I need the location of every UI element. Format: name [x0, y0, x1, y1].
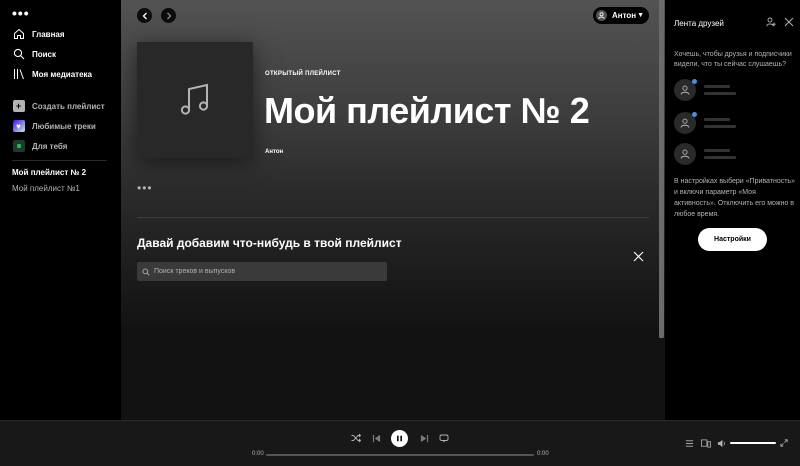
friend-placeholder: [674, 79, 794, 103]
user-icon: [596, 10, 607, 21]
main-scrollbar[interactable]: [657, 0, 665, 420]
close-add-section-button[interactable]: [631, 249, 645, 263]
volume-button[interactable]: [716, 437, 728, 449]
page-title[interactable]: Мой плейлист № 2: [264, 90, 590, 132]
create-playlist-button[interactable]: + Создать плейлист: [12, 98, 105, 114]
sidebar-divider: [12, 160, 107, 161]
queue-icon: [685, 439, 693, 447]
friend-panel-note: В настройках выбери «Приватность» и вклю…: [674, 178, 795, 218]
sidebar-playlist-item[interactable]: Мой плейлист № 2: [12, 168, 86, 177]
nav-library[interactable]: Моя медиатека: [12, 66, 92, 82]
app-menu-icon[interactable]: •••: [12, 6, 30, 20]
avatar: [674, 143, 696, 165]
playlist-cover[interactable]: [137, 42, 253, 158]
forward-button[interactable]: [161, 8, 176, 23]
player-bar: 0:00 0:00: [0, 420, 800, 466]
expand-icon: [780, 439, 788, 447]
skeleton-bar: [704, 85, 730, 88]
sidebar: ••• Главная Поиск Моя медиатека + Создат…: [0, 0, 121, 420]
queue-button[interactable]: [683, 437, 695, 449]
online-indicator: [692, 112, 697, 117]
volume-icon: [717, 439, 725, 447]
user-icon: [680, 118, 690, 128]
fullscreen-button[interactable]: [778, 437, 790, 449]
user-icon: [680, 85, 690, 95]
friend-panel-actions: [766, 17, 794, 27]
devices-icon: [701, 438, 711, 448]
chevron-left-icon: [142, 12, 147, 19]
music-note-icon: [180, 83, 209, 115]
create-playlist-label: Создать плейлист: [32, 101, 105, 111]
shuffle-button[interactable]: [350, 432, 362, 444]
devices-button[interactable]: [700, 437, 712, 449]
friend-activity-panel: Лента друзей Хочешь, чтобы друзья и подп…: [665, 0, 800, 420]
nav-home[interactable]: Главная: [12, 26, 65, 42]
scrollbar-thumb[interactable]: [659, 0, 664, 338]
previous-button[interactable]: [370, 432, 382, 444]
your-episodes-label: Для тебя: [32, 141, 68, 151]
playback-progress-bar[interactable]: [266, 454, 534, 456]
friend-placeholder: [674, 112, 794, 136]
playlist-owner[interactable]: Антон: [265, 149, 283, 155]
time-elapsed: 0:00: [252, 451, 264, 457]
settings-button[interactable]: Настройки: [698, 228, 767, 251]
skeleton-bar: [704, 92, 736, 95]
library-icon: [12, 68, 25, 81]
search-icon: [12, 48, 25, 61]
liked-songs-label: Любимые треки: [32, 121, 96, 131]
more-options-button[interactable]: •••: [137, 181, 153, 195]
main-view: Антон ▼ ОТКРЫТЫЙ ПЛЕЙЛИСТ Мой плейлист №…: [121, 0, 665, 420]
back-button[interactable]: [137, 8, 152, 23]
heart-icon: ♥: [12, 120, 25, 133]
skeleton-bar: [704, 156, 736, 159]
next-button[interactable]: [418, 432, 430, 444]
nav-library-label: Моя медиатека: [32, 69, 92, 79]
search-icon: [142, 268, 150, 276]
close-icon[interactable]: [784, 17, 794, 27]
plus-icon: +: [12, 100, 25, 113]
friend-placeholder: [674, 143, 794, 167]
add-section-heading: Давай добавим что-нибудь в твой плейлист: [137, 236, 402, 250]
liked-songs-button[interactable]: ♥ Любимые треки: [12, 118, 96, 134]
track-search-input[interactable]: [154, 268, 374, 275]
skeleton-bar: [704, 149, 730, 152]
skip-back-icon: [372, 434, 380, 442]
repeat-icon: [439, 434, 449, 443]
pause-icon: [397, 435, 402, 442]
close-icon: [633, 251, 643, 261]
nav-home-label: Главная: [32, 29, 65, 39]
add-friend-icon[interactable]: [766, 17, 776, 27]
skeleton-bar: [704, 118, 730, 121]
home-icon: [12, 28, 25, 41]
user-name: Антон: [612, 11, 637, 20]
volume-slider[interactable]: [730, 442, 776, 444]
podcast-icon: [12, 140, 25, 153]
chevron-right-icon: [166, 12, 171, 19]
caret-down-icon: ▼: [637, 12, 644, 19]
skip-forward-icon: [420, 434, 428, 442]
user-icon: [680, 149, 690, 159]
repeat-button[interactable]: [438, 432, 450, 444]
sidebar-playlist-item[interactable]: Мой плейлист №1: [12, 184, 80, 193]
friend-panel-title: Лента друзей: [674, 19, 724, 28]
play-pause-button[interactable]: [391, 430, 408, 447]
section-divider: [137, 217, 649, 218]
nav-search[interactable]: Поиск: [12, 46, 56, 62]
playlist-type-label: ОТКРЫТЫЙ ПЛЕЙЛИСТ: [265, 71, 341, 77]
nav-search-label: Поиск: [32, 49, 57, 59]
time-total: 0:00: [537, 451, 549, 457]
your-episodes-button[interactable]: Для тебя: [12, 138, 67, 154]
track-search-box[interactable]: [137, 262, 387, 281]
online-indicator: [692, 79, 697, 84]
shuffle-icon: [351, 433, 361, 443]
user-menu-button[interactable]: Антон ▼: [593, 7, 649, 24]
skeleton-bar: [704, 125, 736, 128]
friend-panel-prompt: Хочешь, чтобы друзья и подписчики видели…: [674, 51, 792, 68]
